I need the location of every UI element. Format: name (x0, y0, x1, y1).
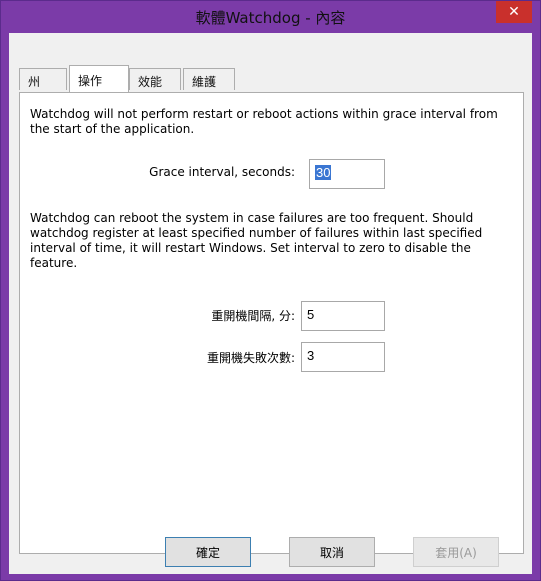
properties-window: 軟體Watchdog - 內容 ✕ 州 操作 效能 維護 Watchdog wi… (0, 0, 541, 581)
grace-interval-label: Grace interval, seconds: (149, 165, 295, 179)
apply-button[interactable]: 套用(A) (413, 537, 499, 567)
window-title: 軟體Watchdog - 內容 (195, 9, 346, 27)
title-bar[interactable]: 軟體Watchdog - 內容 ✕ (1, 1, 540, 33)
reboot-interval-label: 重開機間隔, 分: (211, 309, 295, 323)
tab-maintenance[interactable]: 維護 (183, 68, 235, 90)
close-icon: ✕ (508, 4, 520, 20)
tab-strip: 州 操作 效能 維護 (19, 65, 519, 93)
cancel-button[interactable]: 取消 (289, 537, 375, 567)
close-button[interactable]: ✕ (496, 1, 532, 23)
grace-description: Watchdog will not perform restart or reb… (30, 107, 498, 136)
reboot-description: Watchdog can reboot the system in case f… (30, 211, 483, 270)
tab-performance[interactable]: 效能 (129, 68, 181, 90)
reboot-count-label: 重開機失敗次數: (206, 351, 295, 365)
tab-actions[interactable]: 操作 (69, 65, 129, 92)
grace-interval-value: 30 (315, 165, 332, 180)
reboot-interval-input[interactable]: 5 (301, 301, 385, 331)
ok-button[interactable]: 確定 (165, 537, 251, 567)
actions-panel: Watchdog will not perform restart or reb… (19, 92, 524, 554)
tab-status[interactable]: 州 (19, 68, 67, 90)
reboot-count-input[interactable]: 3 (301, 342, 385, 372)
grace-interval-input[interactable]: 30 (309, 159, 385, 189)
dialog-client-area: 州 操作 效能 維護 Watchdog will not perform res… (9, 33, 532, 574)
